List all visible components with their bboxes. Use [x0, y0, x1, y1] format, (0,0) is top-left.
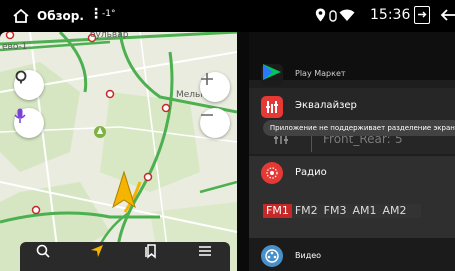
split-screen-toast: Приложение не поддерживает разделение эк… — [263, 120, 455, 136]
zoom-out-button[interactable] — [200, 108, 230, 138]
band-fm2[interactable]: FM2 — [292, 204, 321, 218]
app-card-play-market[interactable]: Play Маркет — [249, 32, 455, 86]
back-icon[interactable] — [440, 7, 455, 23]
status-bar: Обзор. ⋮ -1° 15:36 — [0, 0, 455, 32]
zoom-in-button[interactable] — [200, 72, 230, 102]
app-card-video[interactable]: Видео — [249, 238, 455, 271]
screen: Обзор. ⋮ -1° 15:36 бульвар ево-1 Мельнич… — [0, 0, 455, 271]
band-am2[interactable]: AM2 — [380, 204, 410, 218]
gear-icon — [329, 10, 337, 22]
band-fm1[interactable]: FM1 — [263, 204, 292, 218]
home-icon[interactable] — [12, 8, 30, 24]
wifi-icon — [339, 9, 355, 21]
app-label-radio: Радио — [295, 167, 327, 178]
street-label-district: ево-1 — [2, 42, 28, 52]
screenshot-icon[interactable] — [414, 6, 430, 24]
more-menu-icon[interactable]: ⋮ — [89, 6, 103, 22]
map-canvas — [0, 32, 237, 271]
clock: 15:36 — [370, 7, 411, 23]
street-label-boulevard: бульвар — [90, 32, 129, 40]
search-icon[interactable] — [34, 242, 52, 260]
minus-icon — [201, 114, 213, 116]
video-icon — [261, 245, 283, 267]
navigate-icon[interactable] — [88, 242, 106, 260]
app-label-equalizer: Эквалайзер — [295, 100, 357, 111]
app-label-play-market: Play Маркет — [295, 69, 346, 78]
app-title: Обзор. — [37, 9, 84, 23]
map-view[interactable]: бульвар ево-1 Мельнич — [0, 32, 237, 271]
split-divider[interactable] — [237, 32, 249, 271]
voice-input-button[interactable] — [14, 108, 44, 138]
map-search-button[interactable] — [14, 70, 44, 100]
temperature-label: -1° — [102, 9, 116, 19]
play-market-icon — [261, 64, 283, 86]
equalizer-icon — [261, 96, 283, 118]
plus-icon — [201, 73, 213, 85]
radio-icon — [261, 162, 283, 184]
recent-apps-panel: Play Маркет Эквалайзер Front_Rear: 5 Рад… — [249, 32, 455, 271]
map-toolbar — [20, 242, 230, 271]
radio-band-selector: FM1 FM2 FM3 AM1 AM2 — [263, 204, 421, 218]
location-icon — [315, 8, 326, 22]
pin-search-icon — [15, 70, 27, 84]
band-fm3[interactable]: FM3 — [321, 204, 350, 218]
band-am1[interactable]: AM1 — [349, 204, 379, 218]
bookmark-icon[interactable] — [142, 242, 160, 260]
menu-icon[interactable] — [196, 242, 214, 260]
app-label-video: Видео — [295, 251, 322, 260]
microphone-icon — [14, 108, 26, 123]
